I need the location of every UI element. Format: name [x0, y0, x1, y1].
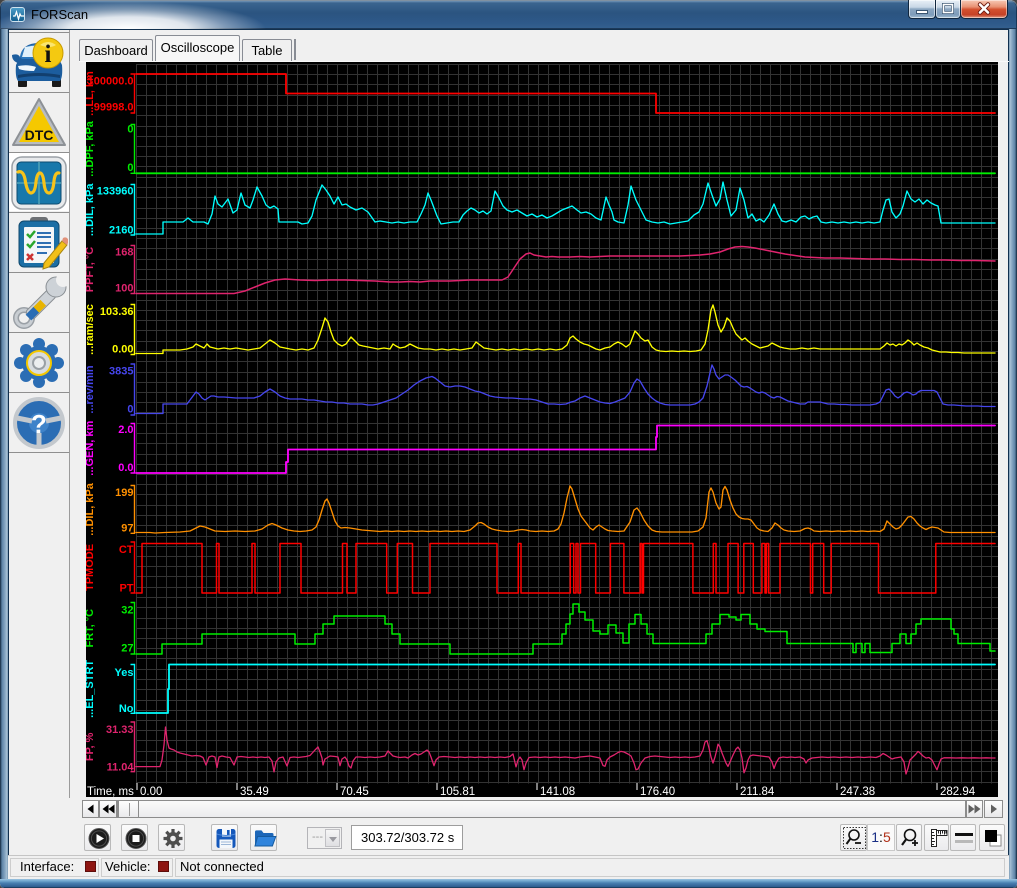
svg-text:...rev/min: ...rev/min: [86, 365, 96, 414]
svg-text:PPFT, °C: PPFT, °C: [86, 247, 96, 292]
svg-text:0.00: 0.00: [140, 786, 162, 797]
svg-text:282.94: 282.94: [940, 786, 976, 797]
svg-text:0: 0: [127, 124, 133, 136]
svg-text:TPMODE: TPMODE: [86, 544, 96, 591]
svg-text:2160: 2160: [109, 224, 133, 236]
svg-text:0.0: 0.0: [118, 462, 133, 474]
svg-text:168: 168: [115, 247, 133, 259]
svg-text:CT: CT: [119, 544, 134, 556]
svg-text:35.49: 35.49: [240, 786, 269, 797]
svg-text:0: 0: [127, 403, 133, 415]
svg-text:105.81: 105.81: [440, 786, 475, 797]
svg-text:133960: 133960: [97, 186, 134, 198]
svg-text:Time, ms: Time, ms: [87, 786, 134, 797]
svg-text:32: 32: [121, 605, 133, 617]
svg-text:Yes: Yes: [115, 667, 134, 679]
svg-text:...DIL, kPa: ...DIL, kPa: [86, 183, 96, 236]
svg-text:...DPF, kPa: ...DPF, kPa: [86, 120, 96, 177]
svg-text:0: 0: [127, 162, 133, 174]
svg-text:...EL_STRT: ...EL_STRT: [86, 660, 96, 718]
svg-text:DTC: DTC: [25, 127, 54, 143]
svg-text:97: 97: [121, 522, 133, 534]
svg-text:FP, %: FP, %: [86, 732, 96, 761]
svg-text:0.00: 0.00: [112, 343, 133, 355]
svg-text:2.0: 2.0: [118, 424, 133, 436]
svg-text:FRT, °C: FRT, °C: [86, 609, 96, 648]
svg-text:27: 27: [121, 643, 133, 655]
svg-text:...LL, km: ...LL, km: [86, 71, 96, 116]
svg-text:199: 199: [115, 487, 133, 499]
svg-text:...GEN, km: ...GEN, km: [86, 420, 96, 475]
svg-text:70.45: 70.45: [340, 786, 369, 797]
svg-text:103.36: 103.36: [100, 306, 134, 318]
svg-text:31.33: 31.33: [106, 724, 134, 736]
svg-text:141.08: 141.08: [540, 786, 575, 797]
svg-text:11.04: 11.04: [107, 761, 135, 773]
svg-text:176.40: 176.40: [640, 786, 675, 797]
svg-text:...ram/sec: ...ram/sec: [86, 304, 96, 355]
svg-text:No: No: [119, 703, 134, 715]
svg-text:211.84: 211.84: [740, 786, 775, 797]
svg-text:247.38: 247.38: [840, 786, 875, 797]
svg-text:100: 100: [115, 283, 133, 295]
svg-text:...DIL, kPa: ...DIL, kPa: [86, 482, 96, 535]
svg-text:3835: 3835: [109, 365, 133, 377]
svg-text:?: ?: [31, 409, 47, 439]
svg-text:i: i: [45, 41, 52, 68]
svg-text:99998.0: 99998.0: [94, 102, 134, 114]
svg-text:PT: PT: [119, 582, 133, 594]
